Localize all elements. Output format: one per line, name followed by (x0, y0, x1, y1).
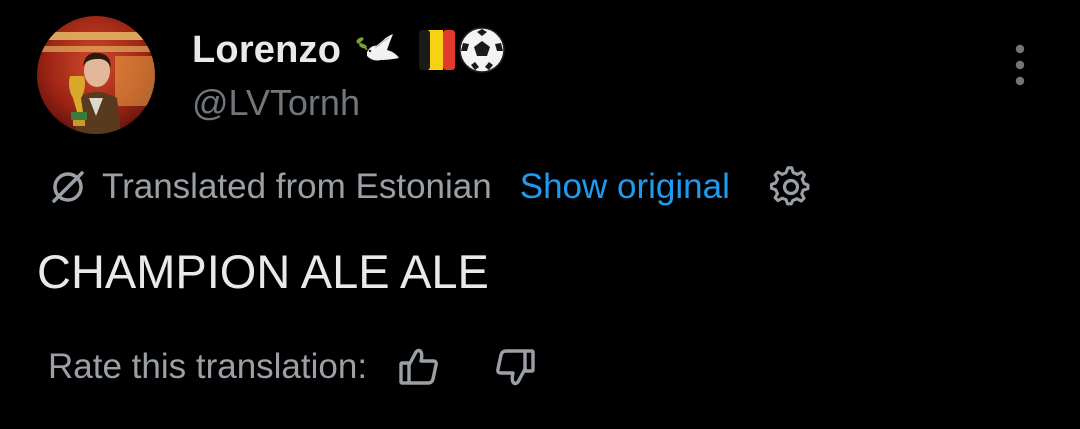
show-original-link[interactable]: Show original (520, 167, 730, 207)
thumbs-up-icon[interactable] (397, 345, 441, 389)
translated-from-label: Translated from Estonian (102, 167, 492, 206)
translation-bar: Translated from Estonian Show original (46, 162, 812, 212)
author-avatar[interactable] (37, 16, 155, 134)
author-display-name[interactable]: Lorenzo (192, 29, 341, 72)
author-name-row[interactable]: Lorenzo (192, 24, 505, 76)
rate-translation-row: Rate this translation: (48, 342, 537, 392)
more-vertical-icon[interactable] (1003, 40, 1037, 90)
gear-icon[interactable] (769, 166, 812, 208)
rate-translation-label: Rate this translation: (48, 347, 368, 386)
soccer-ball-icon (459, 27, 505, 73)
belgium-flag-icon (419, 30, 456, 70)
dove-icon (353, 30, 401, 70)
translate-icon (46, 165, 90, 209)
author-handle[interactable]: @LVTornh (192, 82, 360, 124)
thumbs-down-icon[interactable] (493, 345, 537, 389)
post-text: CHAMPION ALE ALE (37, 245, 489, 298)
